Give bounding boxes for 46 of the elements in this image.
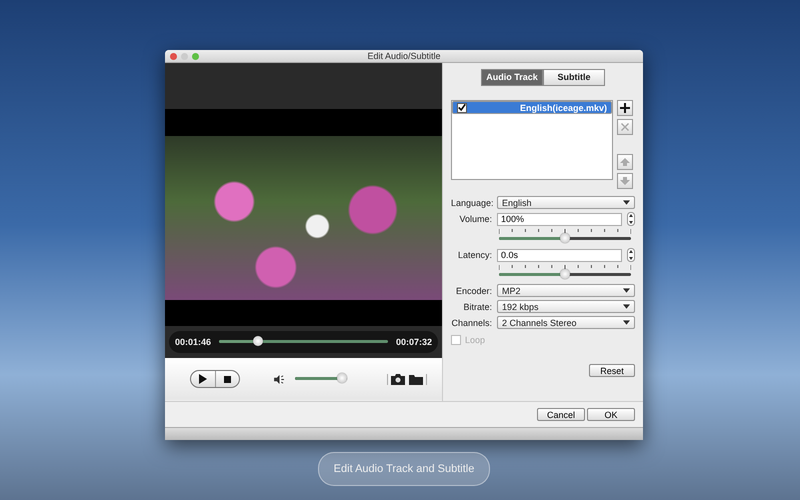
add-button[interactable] [617,100,633,116]
field-label: Channels: [451,318,492,328]
caret-icon [623,288,630,293]
slider-thumb[interactable] [560,233,570,243]
folder-icon[interactable] [409,374,423,384]
window-title: Edit Audio/Subtitle [367,51,441,61]
down-arrow-icon [619,175,631,187]
checkbox[interactable] [457,102,467,112]
tab[interactable]: Audio Track [481,69,543,86]
field-label: Volume: [458,214,492,224]
stop-icon [224,376,231,382]
caption-pill: Edit Audio Track and Subtitle [318,452,490,486]
up-arrow-icon [619,156,631,168]
slider-thumb[interactable] [336,373,347,383]
field-label: Bitrate: [462,302,492,312]
slider-thumb[interactable] [252,336,263,346]
current-time: 00:01:46 [175,337,212,347]
input-field[interactable]: 100% [497,212,622,226]
slider-thumb[interactable] [560,269,570,279]
dropdown[interactable]: 2 Channels Stereo [497,316,635,329]
camera-icon[interactable] [391,374,405,384]
stepper-icon[interactable] [627,248,635,262]
play-icon [198,374,207,384]
caret-icon [623,200,630,205]
track-name: English(iceage.mkv) [520,102,607,112]
dropdown[interactable]: English [497,196,635,209]
caret-icon [623,320,630,325]
input-field[interactable]: 0.0s [497,248,622,262]
x-icon [619,121,631,133]
field-label: Language: [451,198,492,208]
checkbox-label: Loop [465,335,486,345]
dialog-button[interactable]: Cancel [537,408,585,421]
tab[interactable]: Subtitle [543,69,605,86]
plus-icon [619,102,631,114]
total-time: 00:07:32 [396,337,432,347]
dropdown[interactable]: 192 kbps [497,300,635,313]
stepper-icon[interactable] [627,212,635,226]
close-icon[interactable] [170,52,177,60]
dropdown[interactable]: MP2 [497,284,635,297]
speaker-icon[interactable] [274,374,285,384]
caret-icon [623,304,630,309]
track-row[interactable]: English(iceage.mkv) [452,101,612,114]
dialog-button[interactable]: OK [587,408,635,421]
field-label: Latency: [456,250,492,260]
reset-button[interactable]: Reset [589,364,635,377]
field-label: Encoder: [454,286,492,296]
